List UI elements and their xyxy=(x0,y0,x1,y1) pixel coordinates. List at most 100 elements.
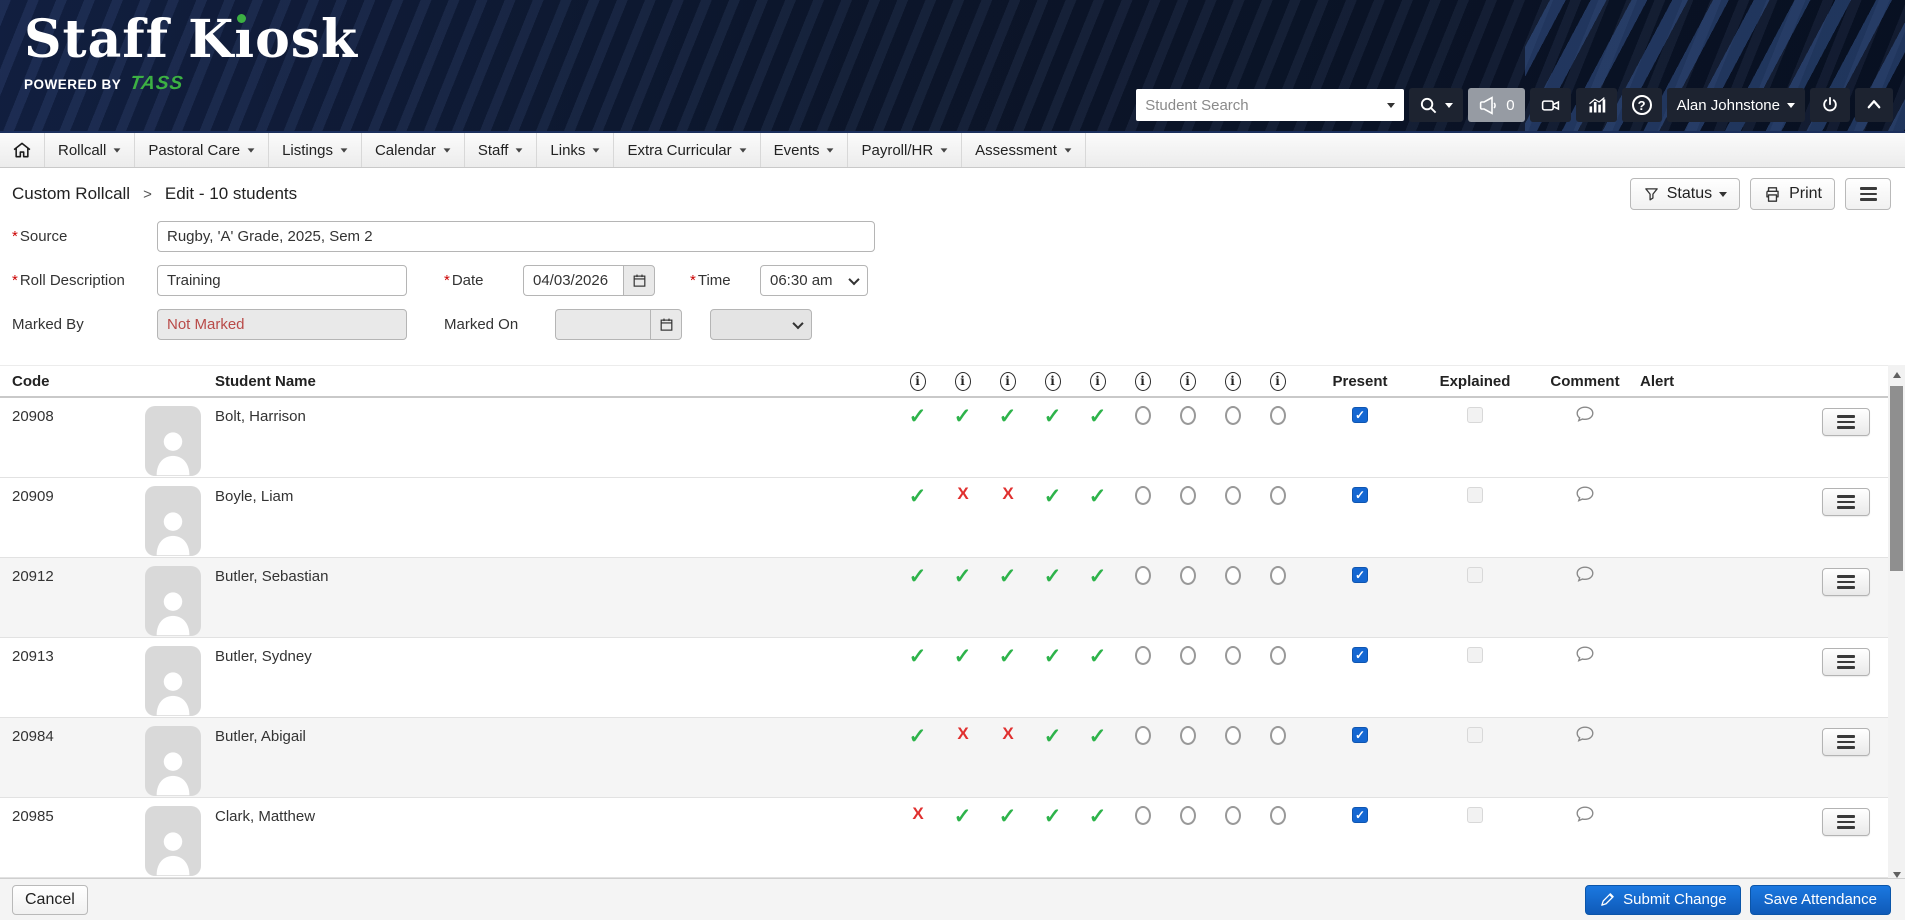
check-mark[interactable]: ✓ xyxy=(1044,724,1062,749)
video-button[interactable] xyxy=(1530,88,1571,122)
comment-bubble-icon[interactable] xyxy=(1574,404,1596,426)
marked-on-date-picker-button[interactable] xyxy=(650,309,682,340)
row-menu-button[interactable] xyxy=(1822,808,1870,836)
menu-item-pastoral-care[interactable]: Pastoral Care xyxy=(135,133,269,167)
radio-button[interactable] xyxy=(1180,566,1196,585)
check-mark[interactable]: ✓ xyxy=(909,564,927,589)
radio-button[interactable] xyxy=(1225,646,1241,665)
collapse-header-button[interactable] xyxy=(1855,88,1893,122)
radio-button[interactable] xyxy=(1270,806,1286,825)
date-picker-button[interactable] xyxy=(623,265,655,296)
search-button[interactable] xyxy=(1409,88,1463,122)
present-checkbox[interactable]: ✓ xyxy=(1352,807,1368,823)
student-search-select[interactable]: Student Search xyxy=(1136,89,1404,121)
check-mark[interactable]: ✓ xyxy=(1089,404,1107,429)
radio-button[interactable] xyxy=(1225,486,1241,505)
radio-button[interactable] xyxy=(1270,646,1286,665)
check-mark[interactable]: ✓ xyxy=(999,564,1017,589)
radio-button[interactable] xyxy=(1180,406,1196,425)
check-mark[interactable]: ✓ xyxy=(1044,404,1062,429)
menu-item-assessment[interactable]: Assessment xyxy=(962,133,1086,167)
check-mark[interactable]: ✓ xyxy=(999,804,1017,829)
info-icon[interactable]: i xyxy=(1180,372,1196,391)
print-button[interactable]: Print xyxy=(1750,178,1835,210)
check-mark[interactable]: ✓ xyxy=(1044,804,1062,829)
info-icon[interactable]: i xyxy=(1000,372,1016,391)
check-mark[interactable]: ✓ xyxy=(1089,724,1107,749)
scrollbar-thumb[interactable] xyxy=(1890,386,1903,571)
info-icon[interactable]: i xyxy=(1090,372,1106,391)
info-icon[interactable]: i xyxy=(955,372,971,391)
radio-button[interactable] xyxy=(1135,646,1151,665)
comment-bubble-icon[interactable] xyxy=(1574,804,1596,826)
radio-button[interactable] xyxy=(1180,646,1196,665)
row-menu-button[interactable] xyxy=(1822,488,1870,516)
user-menu-button[interactable]: Alan Johnstone xyxy=(1667,88,1805,122)
present-checkbox[interactable]: ✓ xyxy=(1352,407,1368,423)
info-icon[interactable]: i xyxy=(1225,372,1241,391)
check-mark[interactable]: ✓ xyxy=(954,564,972,589)
check-mark[interactable]: ✓ xyxy=(1044,484,1062,509)
check-mark[interactable]: ✓ xyxy=(909,404,927,429)
info-icon[interactable]: i xyxy=(1135,372,1151,391)
radio-button[interactable] xyxy=(1180,726,1196,745)
check-mark[interactable]: ✓ xyxy=(1089,484,1107,509)
present-checkbox[interactable]: ✓ xyxy=(1352,727,1368,743)
radio-button[interactable] xyxy=(1225,406,1241,425)
help-button[interactable]: ? xyxy=(1622,88,1662,122)
roll-description-input[interactable] xyxy=(157,265,407,296)
check-mark[interactable]: ✓ xyxy=(1044,564,1062,589)
comment-bubble-icon[interactable] xyxy=(1574,724,1596,746)
check-mark[interactable]: ✓ xyxy=(909,724,927,749)
radio-button[interactable] xyxy=(1270,406,1286,425)
row-menu-button[interactable] xyxy=(1822,648,1870,676)
check-mark[interactable]: ✓ xyxy=(1089,644,1107,669)
page-menu-button[interactable] xyxy=(1845,178,1891,210)
info-icon[interactable]: i xyxy=(1270,372,1286,391)
radio-button[interactable] xyxy=(1135,726,1151,745)
save-attendance-button[interactable]: Save Attendance xyxy=(1750,885,1891,915)
radio-button[interactable] xyxy=(1135,806,1151,825)
row-menu-button[interactable] xyxy=(1822,408,1870,436)
home-menu-item[interactable] xyxy=(0,133,45,167)
info-icon[interactable]: i xyxy=(910,372,926,391)
vertical-scrollbar[interactable] xyxy=(1888,365,1905,884)
radio-button[interactable] xyxy=(1270,486,1286,505)
check-mark[interactable]: ✓ xyxy=(954,404,972,429)
cancel-button[interactable]: Cancel xyxy=(12,885,88,915)
row-menu-button[interactable] xyxy=(1822,568,1870,596)
menu-item-extra-curricular[interactable]: Extra Curricular xyxy=(614,133,760,167)
cross-mark[interactable]: X xyxy=(912,804,922,824)
comment-bubble-icon[interactable] xyxy=(1574,644,1596,666)
check-mark[interactable]: ✓ xyxy=(909,644,927,669)
menu-item-rollcall[interactable]: Rollcall xyxy=(45,133,135,167)
check-mark[interactable]: ✓ xyxy=(954,804,972,829)
radio-button[interactable] xyxy=(1135,406,1151,425)
cross-mark[interactable]: X xyxy=(1002,724,1012,744)
logout-button[interactable] xyxy=(1810,88,1850,122)
radio-button[interactable] xyxy=(1270,726,1286,745)
menu-item-listings[interactable]: Listings xyxy=(269,133,362,167)
check-mark[interactable]: ✓ xyxy=(999,404,1017,429)
radio-button[interactable] xyxy=(1180,486,1196,505)
present-checkbox[interactable]: ✓ xyxy=(1352,487,1368,503)
radio-button[interactable] xyxy=(1225,566,1241,585)
menu-item-events[interactable]: Events xyxy=(761,133,849,167)
radio-button[interactable] xyxy=(1135,566,1151,585)
breadcrumb-parent-link[interactable]: Custom Rollcall xyxy=(12,184,130,204)
check-mark[interactable]: ✓ xyxy=(1089,804,1107,829)
row-menu-button[interactable] xyxy=(1822,728,1870,756)
check-mark[interactable]: ✓ xyxy=(954,644,972,669)
menu-item-payroll-hr[interactable]: Payroll/HR xyxy=(848,133,962,167)
analytics-button[interactable] xyxy=(1576,88,1617,122)
check-mark[interactable]: ✓ xyxy=(1044,644,1062,669)
source-input[interactable] xyxy=(157,221,875,252)
cross-mark[interactable]: X xyxy=(957,724,967,744)
submit-change-button[interactable]: Submit Change xyxy=(1585,885,1740,915)
time-select[interactable]: 06:30 am xyxy=(760,265,868,296)
comment-bubble-icon[interactable] xyxy=(1574,564,1596,586)
check-mark[interactable]: ✓ xyxy=(1089,564,1107,589)
announcements-button[interactable]: 0 xyxy=(1468,88,1524,122)
menu-item-staff[interactable]: Staff xyxy=(465,133,538,167)
radio-button[interactable] xyxy=(1225,726,1241,745)
